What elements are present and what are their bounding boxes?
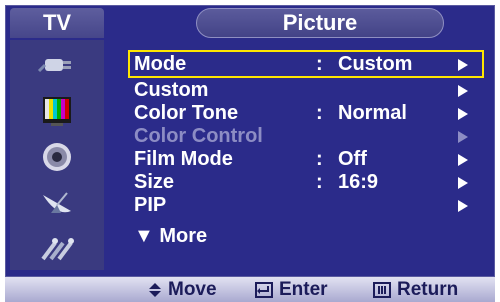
return-icon [373,281,391,298]
sound-speaker-icon [43,143,71,171]
menu-item-colon: : [316,102,323,124]
menu-item-label: PIP [134,194,167,216]
sidebar [10,40,104,270]
chevron-right-icon [458,177,468,189]
menu-item-colon: : [316,148,323,170]
chevron-right-icon [458,154,468,166]
input-plug-icon [37,59,71,73]
chevron-right-icon [458,108,468,120]
menu-item-label: Custom [134,79,209,101]
footer-enter: Enter [255,277,328,302]
chevron-right-icon [458,131,468,143]
tv-osd-menu: TV Picture Mode: Custom Custom Color To… [0,0,500,302]
channel-satellite-dish-icon [43,192,71,213]
menu-title: Picture [196,8,444,38]
menu-item-label: Color Control [134,125,263,147]
menu-item-colon: : [316,171,323,193]
footer-enter-label: Enter [279,279,328,300]
footer-return-label: Return [397,279,459,300]
menu-item-custom[interactable]: Custom [112,79,490,102]
menu-item-value: Custom [338,53,413,75]
sidebar-item-sound[interactable] [10,134,104,180]
up-down-arrows-icon [149,282,161,297]
menu-item-size[interactable]: Size : 16:9 [112,171,490,194]
sidebar-item-input[interactable] [10,42,104,88]
footer-move-label: Move [168,279,217,300]
picture-color-bars-icon [43,97,71,126]
menu-item-pip[interactable]: PIP [112,194,490,217]
menu-item-more[interactable]: ▼ More [112,225,490,248]
menu-item-color-tone[interactable]: Color Tone : Normal [112,102,490,125]
menu-item-value: Normal [338,102,407,124]
setup-tools-icon [41,238,74,261]
menu-item-value: 16:9 [338,171,379,193]
footer-bar: Move Enter Return [5,277,495,302]
menu-item-label: Size [134,171,175,193]
tv-tab[interactable]: TV [10,8,104,38]
sidebar-item-picture[interactable] [10,88,104,134]
footer-return: Return [373,277,458,302]
picture-menu: Mode : Custom Custom Color Tone : Normal… [112,40,490,260]
chevron-right-icon [458,59,468,71]
menu-item-label: Color Tone [134,102,239,124]
menu-item-mode[interactable]: Mode : Custom [112,53,490,76]
footer-move: Move [148,277,217,302]
chevron-right-icon [458,85,468,97]
sidebar-item-channel[interactable] [10,180,104,226]
menu-item-label: Mode [134,53,187,75]
menu-item-label: ▼ More [134,225,208,247]
menu-item-colon: : [316,53,323,75]
menu-item-color-control: Color Control [112,125,490,148]
enter-icon [255,281,273,298]
menu-item-label: Film Mode [134,148,233,170]
sidebar-item-setup[interactable] [10,226,104,272]
menu-item-value: Off [338,148,367,170]
chevron-right-icon [458,200,468,212]
menu-item-film-mode[interactable]: Film Mode : Off [112,148,490,171]
